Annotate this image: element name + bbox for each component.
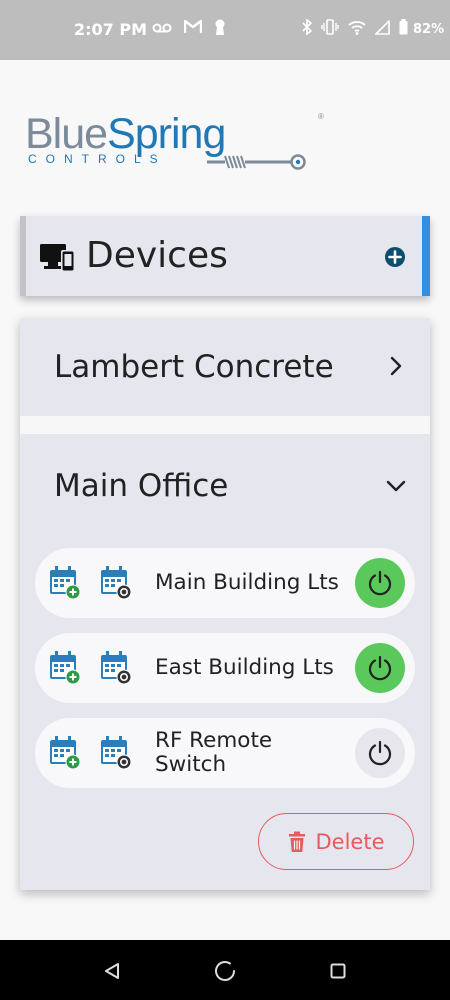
calendar-settings-icon [101, 651, 132, 685]
delete-group-button[interactable]: Delete [258, 813, 414, 870]
chevron-down-icon [385, 479, 407, 498]
status-left-icons [152, 19, 226, 40]
nav-recents-button[interactable] [330, 963, 346, 984]
devices-icon [40, 242, 76, 277]
voicemail-icon [152, 21, 172, 39]
schedule-settings-button[interactable] [100, 736, 132, 775]
logo-spring-coil-icon [207, 154, 306, 170]
nav-home-button[interactable] [214, 960, 236, 987]
chevron-right-icon [389, 355, 403, 382]
bluetooth-icon [302, 18, 313, 40]
status-right-icons: 82% [302, 18, 445, 40]
plus-circle-icon [385, 247, 405, 267]
status-time: 2:07 PM [74, 20, 148, 39]
group-header-lambert-concrete[interactable]: Lambert Concrete [20, 318, 430, 416]
logo-registered-mark: ® [318, 112, 324, 121]
device-name: Main Building Lts [155, 570, 339, 595]
nav-back-button[interactable] [103, 962, 121, 985]
schedule-settings-button[interactable] [100, 566, 132, 605]
add-schedule-button[interactable] [49, 566, 81, 605]
device-row-rf-remote-switch: RF Remote Switch [35, 718, 415, 788]
calendar-add-icon [50, 651, 81, 685]
status-bar: 2:07 PM 82% [0, 0, 450, 60]
calendar-settings-icon [101, 736, 132, 770]
calendar-add-icon [50, 566, 81, 600]
group-divider [20, 416, 430, 434]
add-schedule-button[interactable] [49, 651, 81, 690]
power-toggle-button[interactable] [355, 558, 405, 608]
gmail-icon [183, 19, 203, 39]
recents-square-icon [330, 963, 346, 979]
device-groups-card: Lambert Concrete Main Office Main Buildi… [20, 318, 430, 890]
device-name: East Building Lts [155, 655, 334, 680]
power-toggle-button[interactable] [355, 728, 405, 778]
device-row-east-building-lts: East Building Lts [35, 633, 415, 703]
system-nav-bar [0, 940, 450, 1000]
add-schedule-button[interactable] [49, 736, 81, 775]
power-toggle-button[interactable] [355, 643, 405, 693]
vibrate-icon [321, 19, 339, 40]
power-icon [368, 655, 392, 681]
device-row-main-building-lts: Main Building Lts [35, 548, 415, 618]
add-device-button[interactable] [384, 246, 406, 268]
power-icon [368, 740, 392, 766]
devices-header: Devices [20, 216, 430, 296]
back-triangle-icon [105, 963, 119, 979]
calendar-settings-icon [101, 566, 132, 600]
signal-icon [374, 18, 390, 40]
logo-text: BlueSpring [25, 110, 226, 158]
group-title: Main Office [54, 468, 229, 504]
trash-icon [288, 831, 305, 852]
device-name-line1: RF Remote [155, 728, 273, 753]
device-name: RF Remote Switch [155, 729, 272, 777]
battery-percent: 82% [413, 22, 445, 37]
keyhole-icon [214, 19, 226, 40]
logo-subtitle: CONTROLS [28, 152, 167, 166]
group-title: Lambert Concrete [54, 349, 334, 385]
schedule-settings-button[interactable] [100, 651, 132, 690]
bluespring-logo: BlueSpring ® CONTROLS [25, 110, 324, 172]
home-circle-icon [215, 961, 235, 981]
power-icon [368, 570, 392, 596]
devices-title: Devices [86, 235, 228, 276]
wifi-icon [348, 20, 366, 40]
group-header-main-office[interactable]: Main Office [20, 434, 430, 532]
device-name-line2: Switch [155, 752, 227, 777]
battery-icon [399, 19, 408, 40]
delete-label: Delete [315, 829, 385, 854]
calendar-add-icon [50, 736, 81, 770]
